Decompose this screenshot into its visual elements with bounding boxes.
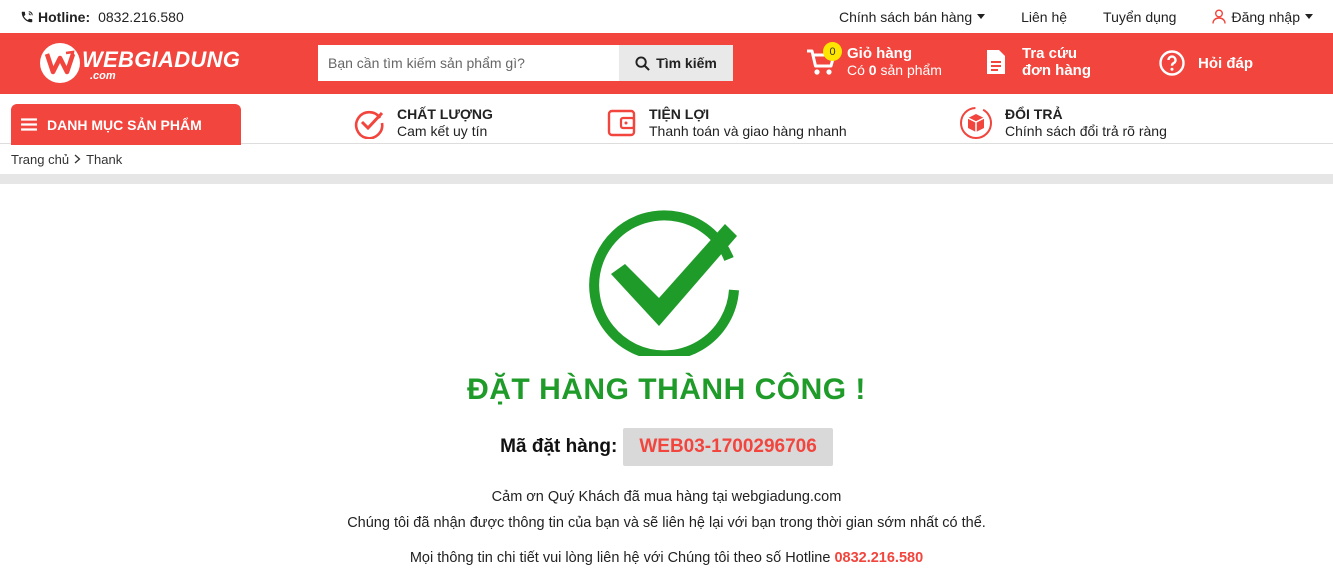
- search-button[interactable]: Tìm kiếm: [619, 45, 733, 81]
- question-circle-icon: [1159, 50, 1185, 76]
- search-input[interactable]: [318, 45, 619, 81]
- order-code-label: Mã đặt hàng:: [500, 436, 618, 457]
- category-menu-label: DANH MỤC SẢN PHẨM: [47, 116, 202, 133]
- careers-label: Tuyển dụng: [1103, 8, 1177, 25]
- feature-quality-subtitle: Cam kết uy tín: [397, 123, 488, 139]
- feature-returns-title: ĐỔI TRẢ: [1005, 106, 1063, 122]
- sales-policy-link[interactable]: Chính sách bán hàng: [839, 8, 986, 25]
- contact-text: Mọi thông tin chi tiết vui lòng liên hệ …: [409, 550, 835, 566]
- contact-link[interactable]: Liên hệ: [1021, 9, 1067, 25]
- order-tracking-link[interactable]: Tra cứu đơn hàng: [985, 45, 1091, 79]
- feature-quality-title: CHẤT LƯỢNG: [397, 106, 493, 122]
- login-link[interactable]: Đăng nhập: [1212, 9, 1313, 25]
- breadcrumb-current: Thank: [86, 151, 123, 167]
- feature-convenience: TIỆN LỢI Thanh toán và giao hàng nhanh: [607, 106, 847, 140]
- hotline: Hotline: 0832.216.580: [20, 9, 184, 25]
- check-circle-icon: [354, 110, 384, 139]
- return-box-icon: [960, 107, 992, 139]
- login-label: Đăng nhập: [1231, 8, 1300, 25]
- chevron-down-icon: [1305, 14, 1313, 19]
- faq-label: Hỏi đáp: [1198, 54, 1253, 72]
- success-title: ĐẶT HÀNG THÀNH CÔNG !: [467, 373, 866, 406]
- section-divider: [0, 174, 1333, 184]
- contact-message: Mọi thông tin chi tiết vui lòng liên hệ …: [0, 550, 1333, 566]
- top-links: Chính sách bán hàng Liên hệ Tuyển dụng Đ…: [839, 9, 1313, 25]
- cart-count: 0: [868, 62, 877, 78]
- sales-policy-label: Chính sách bán hàng: [839, 8, 973, 25]
- feature-convenience-subtitle: Thanh toán và giao hàng nhanh: [649, 123, 847, 139]
- nav-row: DANH MỤC SẢN PHẨM CHẤT LƯỢNG Cam kết uy …: [0, 94, 1333, 145]
- main-header: WEBGIADUNG .com Tìm kiếm 0 Giỏ hàng Có 0…: [0, 33, 1333, 94]
- hotline-number[interactable]: 0832.216.580: [98, 9, 184, 25]
- feature-convenience-title: TIỆN LỢI: [649, 106, 710, 122]
- feature-returns: ĐỔI TRẢ Chính sách đổi trả rõ ràng: [959, 106, 1167, 140]
- success-check-icon: [589, 210, 739, 356]
- category-menu-button[interactable]: DANH MỤC SẢN PHẨM: [11, 104, 241, 145]
- cart-link[interactable]: 0 Giỏ hàng Có 0 sản phẩm: [806, 42, 942, 79]
- search-bar: Tìm kiếm: [318, 45, 733, 81]
- thanks-message: Cảm ơn Quý Khách đã mua hàng tại webgiad…: [0, 484, 1333, 536]
- order-tracking-line2: đơn hàng: [1022, 62, 1091, 79]
- document-icon: [987, 50, 1005, 74]
- feature-returns-subtitle: Chính sách đổi trả rõ ràng: [1005, 123, 1167, 139]
- cart-text: Giỏ hàng Có 0 sản phẩm: [847, 45, 942, 79]
- search-icon: [635, 55, 650, 71]
- phone-icon: [21, 10, 33, 22]
- faq-link[interactable]: Hỏi đáp: [1159, 50, 1253, 76]
- logo-suffix: .com: [90, 70, 116, 82]
- order-code-value: WEB03-1700296706: [623, 428, 833, 466]
- order-tracking-line1: Tra cứu: [1022, 45, 1078, 62]
- chevron-right-icon: [74, 154, 81, 164]
- contact-label: Liên hệ: [1021, 8, 1068, 25]
- thanks-line-1: Cảm ơn Quý Khách đã mua hàng tại webgiad…: [491, 489, 842, 505]
- thanks-line-2: Chúng tôi đã nhận được thông tin của bạn…: [347, 515, 986, 531]
- breadcrumb: Trang chủ Thank: [0, 144, 1333, 174]
- order-tracking-text: Tra cứu đơn hàng: [1022, 45, 1091, 79]
- top-bar: Hotline: 0832.216.580 Chính sách bán hàn…: [0, 0, 1333, 33]
- cart-count-badge: 0: [823, 42, 842, 61]
- wallet-icon: [607, 109, 636, 137]
- chevron-down-icon: [977, 14, 986, 19]
- site-logo[interactable]: WEBGIADUNG .com: [40, 42, 240, 84]
- order-code-row: Mã đặt hàng: WEB03-1700296706: [0, 428, 1333, 466]
- hamburger-icon: [21, 118, 37, 131]
- contact-hotline[interactable]: 0832.216.580: [834, 550, 923, 566]
- feature-quality: CHẤT LƯỢNG Cam kết uy tín: [353, 106, 493, 140]
- cart-suffix: sản phẩm: [876, 62, 942, 78]
- breadcrumb-home[interactable]: Trang chủ: [11, 152, 69, 167]
- hotline-label: Hotline:: [38, 8, 91, 25]
- logo-mark-icon: [40, 43, 80, 83]
- cart-title: Giỏ hàng: [847, 45, 912, 62]
- careers-link[interactable]: Tuyển dụng: [1103, 9, 1176, 25]
- user-icon: [1212, 9, 1227, 24]
- cart-prefix: Có: [847, 62, 869, 78]
- search-button-label: Tìm kiếm: [656, 55, 717, 71]
